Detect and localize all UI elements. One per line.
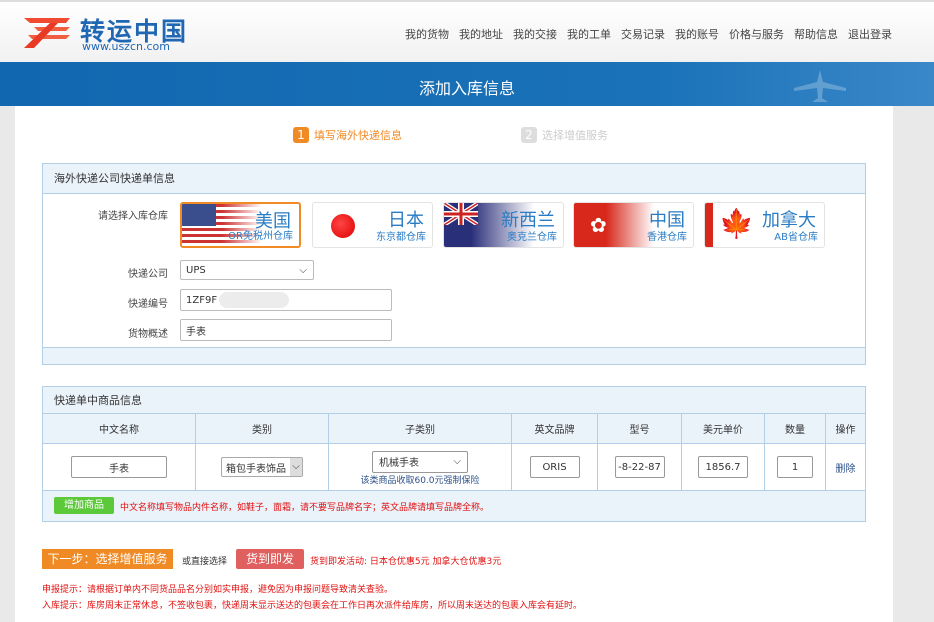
step-1: 1 填写海外快递信息 — [293, 127, 402, 143]
ship-on-arrival-button[interactable]: 货到即发 — [236, 549, 304, 569]
logo-url: www.uszcn.com — [82, 40, 170, 53]
warehouse-sub: 奥克兰仓库 — [507, 232, 557, 243]
tracking-label: 快递编号 — [128, 299, 168, 310]
warehouse-sub: OR免税州仓库 — [228, 231, 293, 242]
warehouse-sub: 香港仓库 — [647, 232, 687, 243]
table-row: 手表 箱包手表饰品 ⌵ 机械手表 ⌵ 该类商品收取60.0元强制保险 ORIS -8… — [42, 443, 866, 491]
price-input[interactable]: 1856.7 — [698, 456, 748, 478]
courier-label: 快递公司 — [128, 269, 168, 280]
goods-table: 中文名称 类别 子类别 英文品牌 型号 美元单价 数量 操作 手表 箱包手表饰品… — [42, 413, 866, 491]
col-category: 类别 — [195, 413, 329, 444]
col-cn-name: 中文名称 — [42, 413, 196, 444]
top-nav: 我的货物 我的地址 我的交接 我的工单 交易记录 我的账号 价格与服务 帮助信息… — [405, 26, 892, 42]
page-title: 添加入库信息 — [418, 79, 515, 98]
description-input[interactable]: 手表 — [180, 319, 392, 341]
col-qty: 数量 — [764, 413, 826, 444]
header: 转运中国 www.uszcn.com 我的货物 我的地址 我的交接 我的工单 交… — [0, 0, 934, 62]
delete-link[interactable]: 删除 — [836, 464, 856, 475]
subcategory-select[interactable]: 机械手表 ⌵ — [372, 450, 468, 473]
nav-pricing[interactable]: 价格与服务 — [729, 26, 784, 42]
nav-my-address[interactable]: 我的地址 — [459, 26, 503, 42]
insurance-note: 该类商品收取60.0元强制保险 — [360, 475, 480, 486]
warehouse-card-hk[interactable]: ✿ 中国 香港仓库 — [573, 202, 694, 248]
warehouse-note: 入库提示：库房周末正常休息，不签收包裹，快递周末显示送达的包裹会在工作日再次派件… — [42, 601, 583, 611]
maple-leaf-icon: 🍁 — [719, 207, 754, 240]
warehouse-sub: AB省仓库 — [774, 232, 818, 243]
chevron-down-icon: ⌵ — [299, 264, 307, 276]
next-step-button[interactable]: 下一步：选择增值服务 — [42, 549, 173, 569]
banner: 添加入库信息 — [0, 62, 934, 106]
step-label: 填写海外快递信息 — [314, 129, 402, 142]
description-label: 货物概述 — [128, 329, 168, 340]
nav-transactions[interactable]: 交易记录 — [621, 26, 665, 42]
or-text: 或直接选择 — [182, 557, 228, 567]
warehouse-label: 请选择入库仓库 — [98, 211, 168, 222]
subcategory-value: 机械手表 — [379, 458, 419, 469]
col-action: 操作 — [825, 413, 866, 444]
warehouse-sub: 东京都仓库 — [376, 232, 426, 243]
logo-icon[interactable] — [20, 16, 72, 50]
category-value: 箱包手表饰品 — [226, 463, 286, 475]
tracking-input[interactable]: 1ZF9F — [180, 289, 392, 311]
step-number: 2 — [521, 127, 537, 143]
panel-title: 快递单中商品信息 — [43, 387, 865, 414]
warehouse-card-canada[interactable]: 🍁 加拿大 AB省仓库 — [704, 202, 825, 248]
promo-text: 货到即发活动: 日本仓优惠5元 加拿大仓优惠3元 — [310, 557, 502, 567]
step-number: 1 — [293, 127, 309, 143]
panel-title: 海外快递公司快递单信息 — [43, 164, 865, 194]
chevron-down-icon: ⌵ — [290, 458, 302, 476]
nav-my-goods[interactable]: 我的货物 — [405, 26, 449, 42]
col-brand: 英文品牌 — [511, 413, 598, 444]
description-value: 手表 — [186, 326, 206, 338]
col-price: 美元单价 — [681, 413, 765, 444]
model-input[interactable]: -8-22-87 — [614, 456, 665, 478]
step-2: 2 选择增值服务 — [521, 127, 608, 143]
qty-input[interactable]: 1 — [777, 456, 813, 478]
category-select[interactable]: 箱包手表饰品 ⌵ — [221, 457, 303, 477]
declaration-note: 申报提示：请根据订单内不同货品品名分别如实申报，避免因为申报问题导致清关查验。 — [42, 585, 394, 595]
cn-name-input[interactable]: 手表 — [71, 456, 167, 478]
warehouse-card-us[interactable]: 美国 OR免税州仓库 — [180, 202, 301, 248]
japan-flag-icon — [331, 214, 355, 238]
chevron-down-icon: ⌵ — [453, 456, 461, 467]
redacted-mask — [219, 292, 290, 308]
nav-help[interactable]: 帮助信息 — [794, 26, 838, 42]
tracking-value: 1ZF9F — [186, 294, 218, 306]
goods-hint: 中文名称填写物品内件名称，如鞋子，面霜，请不要写品牌名字；英文品牌请填写品牌全称… — [120, 503, 490, 513]
col-model: 型号 — [597, 413, 682, 444]
step-label: 选择增值服务 — [542, 129, 608, 142]
table-header: 中文名称 类别 子类别 英文品牌 型号 美元单价 数量 操作 — [42, 413, 866, 444]
canada-flag-icon — [705, 203, 713, 247]
col-subcategory: 子类别 — [328, 413, 512, 444]
nav-my-account[interactable]: 我的账号 — [675, 26, 719, 42]
warehouse-card-nz[interactable]: 新西兰 奥克兰仓库 — [443, 202, 564, 248]
add-goods-button[interactable]: 增加商品 — [54, 497, 114, 514]
panel-footer — [43, 347, 865, 364]
courier-select[interactable]: UPS ⌵ — [180, 260, 314, 280]
nav-my-tickets[interactable]: 我的工单 — [567, 26, 611, 42]
warehouse-card-japan[interactable]: 日本 东京都仓库 — [312, 202, 433, 248]
nav-my-handover[interactable]: 我的交接 — [513, 26, 557, 42]
brand-input[interactable]: ORIS — [529, 456, 580, 478]
nav-logout[interactable]: 退出登录 — [848, 26, 892, 42]
courier-value: UPS — [186, 264, 206, 276]
hk-flag-icon: ✿ — [574, 203, 654, 247]
